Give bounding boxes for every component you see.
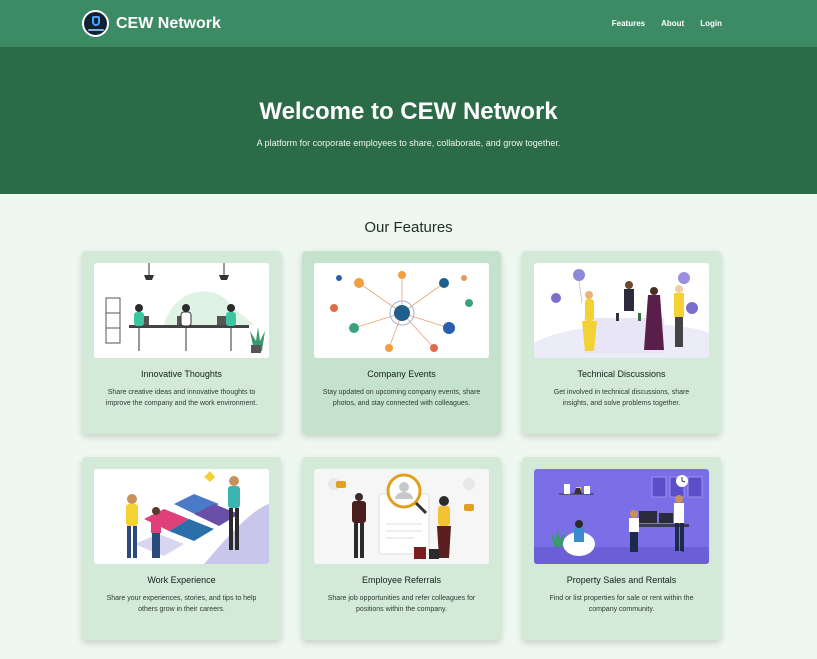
card-title: Technical Discussions: [577, 369, 666, 379]
card-description: Share job opportunities and refer collea…: [327, 595, 476, 613]
main-nav: Features About Login: [612, 19, 722, 28]
network-illustration: [314, 263, 489, 358]
card-description: Find or list properties for sale or rent…: [549, 595, 694, 613]
card-title: Work Experience: [147, 575, 216, 585]
referral-magnifier-illustration: [314, 469, 489, 564]
puzzle-team-illustration: [94, 469, 269, 564]
feature-card-property-sales-rentals[interactable]: Property Sales and Rentals Find or list …: [522, 457, 721, 640]
feature-card-employee-referrals[interactable]: Employee Referrals Share job opportuniti…: [302, 457, 501, 640]
card-title: Employee Referrals: [361, 575, 442, 585]
features-section: Our Features Innovative Thoughts Share c…: [0, 194, 817, 640]
feature-card-company-events[interactable]: Company Events Stay updated on upcoming …: [302, 251, 501, 434]
features-heading: Our Features: [364, 219, 453, 236]
card-description: Share your experiences, stories, and tip…: [106, 595, 257, 613]
hero-title: Welcome to CEW Network: [259, 97, 558, 125]
card-description: Stay updated on upcoming company events,…: [322, 389, 481, 407]
nav-link-login[interactable]: Login: [700, 19, 722, 28]
feature-card-work-experience[interactable]: Work Experience Share your experiences, …: [82, 457, 281, 640]
nav-link-features[interactable]: Features: [612, 19, 645, 28]
office-interior-illustration: [534, 469, 709, 564]
card-description: Get involved in technical discussions, s…: [553, 389, 690, 407]
hero-subtitle: A platform for corporate employees to sh…: [256, 137, 561, 148]
navbar: CEW Network Features About Login: [0, 0, 817, 47]
hero-section: Welcome to CEW Network A platform for co…: [0, 47, 817, 194]
brand-logo: [82, 10, 109, 37]
card-title: Innovative Thoughts: [141, 369, 222, 379]
feature-card-technical-discussions[interactable]: Technical Discussions Get involved in te…: [522, 251, 721, 434]
celebration-illustration: [534, 263, 709, 358]
card-title: Property Sales and Rentals: [566, 575, 677, 585]
feature-card-innovative-thoughts[interactable]: Innovative Thoughts Share creative ideas…: [82, 251, 281, 434]
coworking-illustration: [94, 263, 269, 358]
card-title: Company Events: [367, 369, 436, 379]
features-grid: Innovative Thoughts Share creative ideas…: [0, 251, 817, 640]
brand-name: CEW Network: [116, 14, 221, 32]
card-description: Share creative ideas and innovative thou…: [105, 389, 258, 407]
nav-link-about[interactable]: About: [661, 19, 684, 28]
brand[interactable]: CEW Network: [82, 10, 221, 37]
